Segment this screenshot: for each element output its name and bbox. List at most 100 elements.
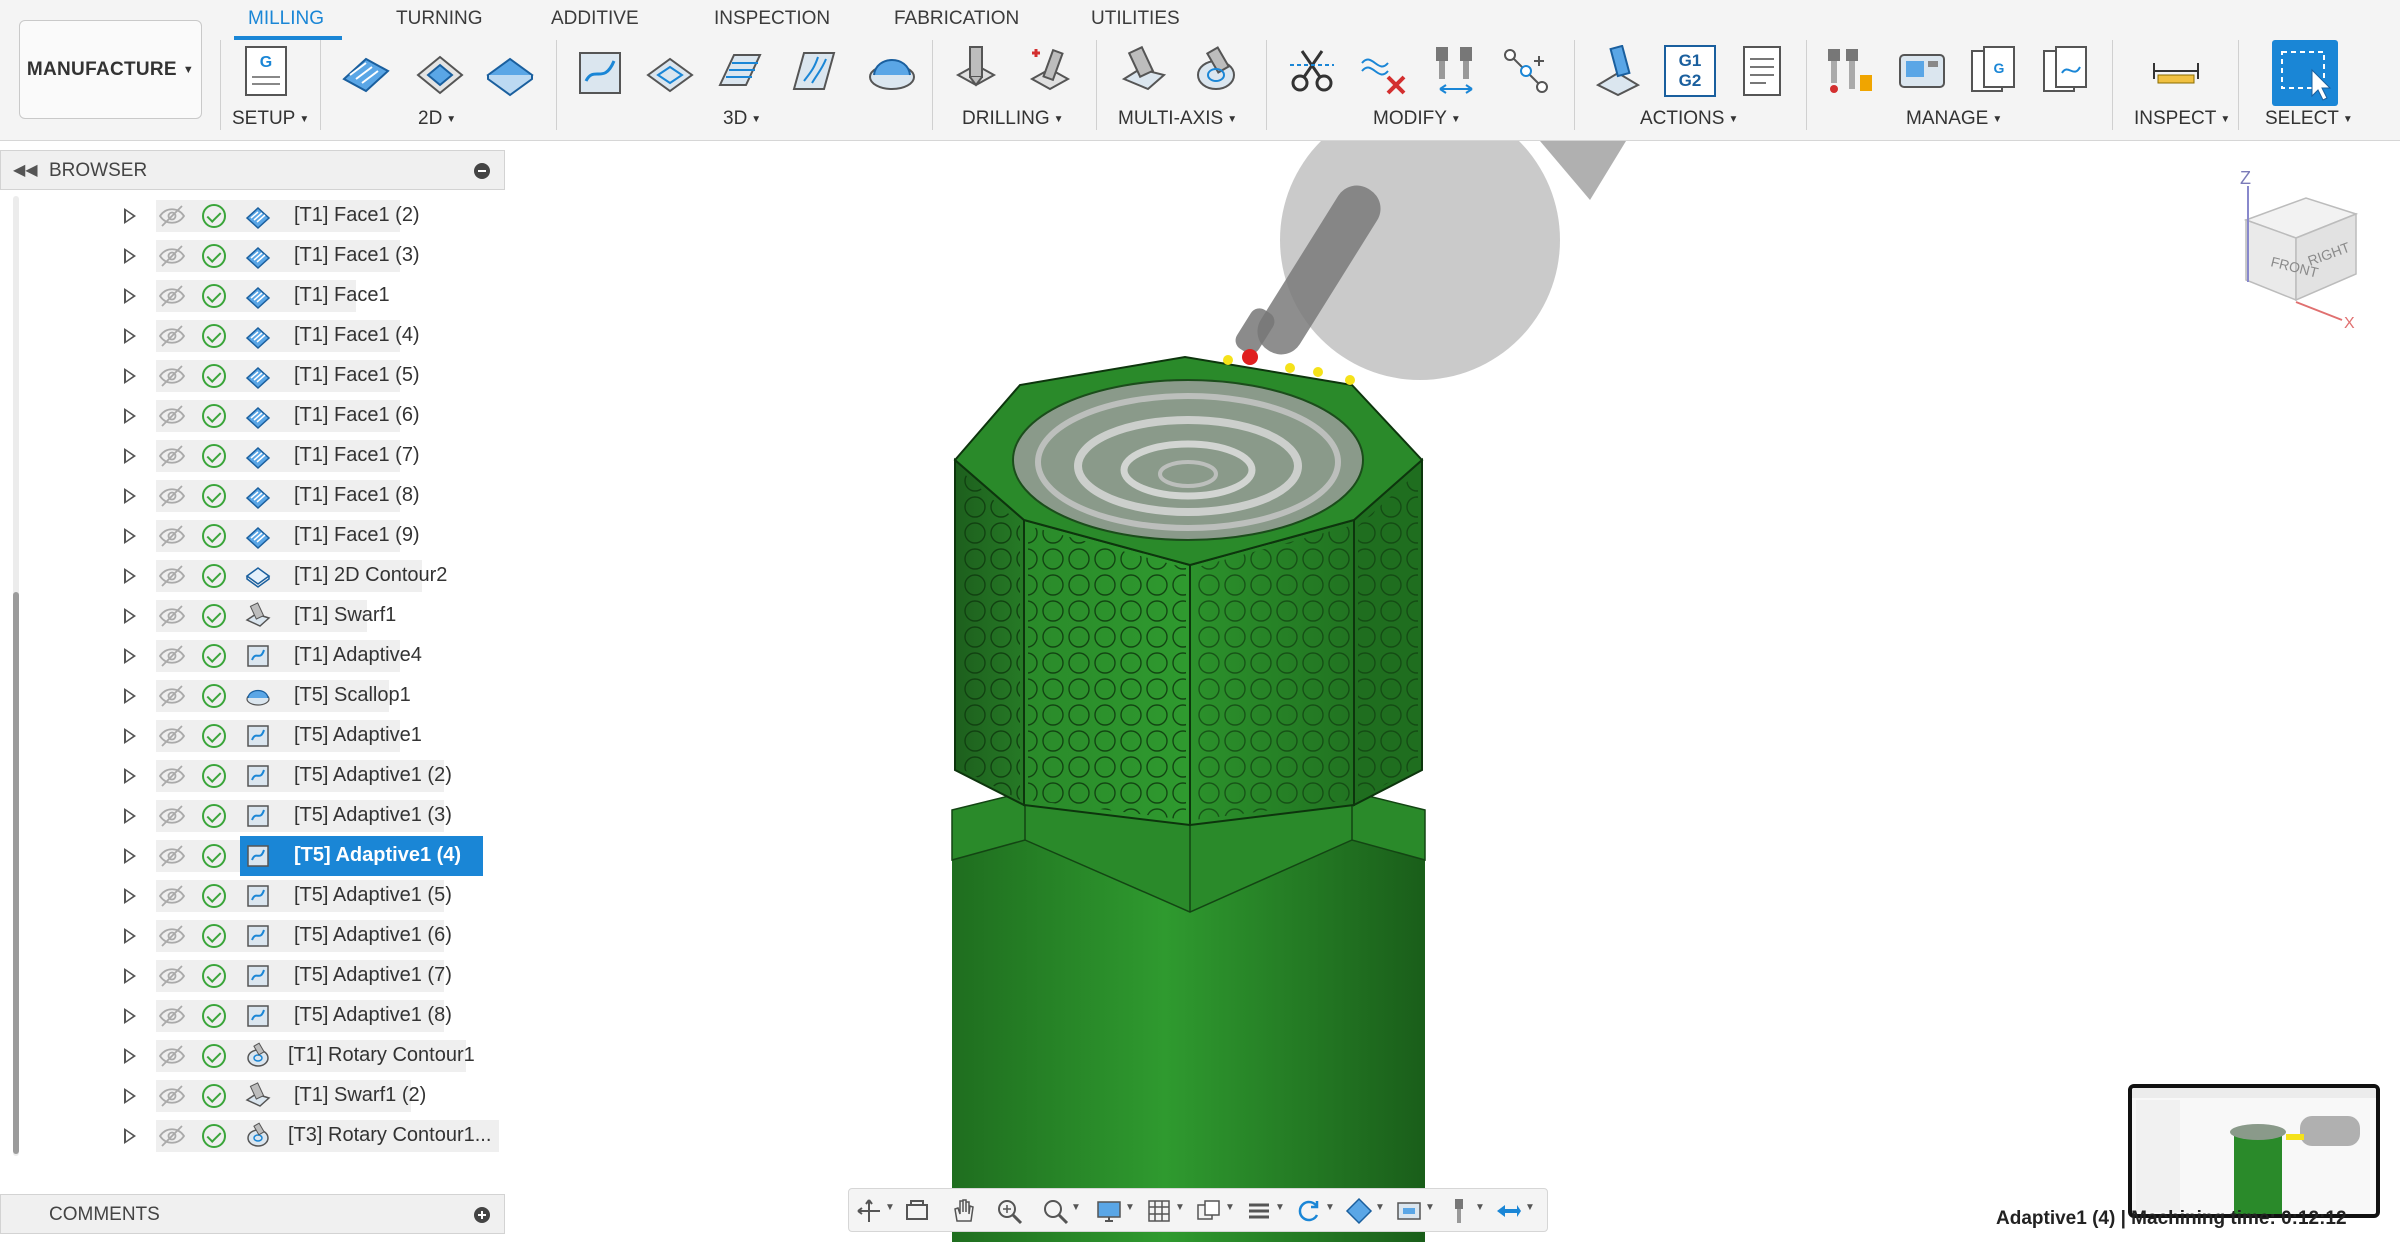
browser-item[interactable]: [T5] Adaptive1 (4) bbox=[0, 836, 505, 876]
expand-arrow-icon[interactable] bbox=[124, 248, 136, 264]
2d-pocket-icon[interactable] bbox=[414, 45, 466, 97]
browser-item[interactable]: [T1] Face1 (9) bbox=[0, 516, 505, 556]
visibility-hidden-icon[interactable] bbox=[158, 1084, 186, 1108]
post-process-icon[interactable]: G1 G2 bbox=[1664, 45, 1716, 97]
visibility-hidden-icon[interactable] bbox=[158, 644, 186, 668]
2d-adaptive-icon[interactable] bbox=[340, 45, 392, 97]
3d-adaptive-icon[interactable] bbox=[574, 45, 626, 97]
browser-item[interactable]: [T1] Face1 (5) bbox=[0, 356, 505, 396]
template-library-icon[interactable] bbox=[2040, 45, 2092, 97]
machine-library-icon[interactable] bbox=[1896, 45, 1948, 97]
visibility-hidden-icon[interactable] bbox=[158, 924, 186, 948]
chevron-down-icon[interactable]: ▼ bbox=[885, 1202, 895, 1213]
visual-style-icon[interactable] bbox=[1345, 1197, 1373, 1225]
tab-fabrication[interactable]: FABRICATION bbox=[894, 8, 1019, 30]
browser-item[interactable]: [T1] Face1 (4) bbox=[0, 316, 505, 356]
toolpath-points-icon[interactable] bbox=[1500, 45, 1552, 97]
expand-arrow-icon[interactable] bbox=[124, 768, 136, 784]
tab-turning[interactable]: TURNING bbox=[396, 8, 483, 30]
window-thumbnail[interactable] bbox=[2128, 1084, 2380, 1218]
expand-arrow-icon[interactable] bbox=[124, 568, 136, 584]
visibility-hidden-icon[interactable] bbox=[158, 844, 186, 868]
expand-arrow-icon[interactable] bbox=[124, 328, 136, 344]
expand-arrow-icon[interactable] bbox=[124, 928, 136, 944]
tool-library-icon[interactable] bbox=[1824, 45, 1876, 97]
expand-arrow-icon[interactable] bbox=[124, 728, 136, 744]
expand-comments-icon[interactable] bbox=[474, 1207, 490, 1223]
group-setup[interactable]: SETUP ▼ bbox=[232, 108, 309, 130]
tab-utilities[interactable]: UTILITIES bbox=[1091, 8, 1180, 30]
chevron-down-icon[interactable]: ▼ bbox=[1225, 1202, 1235, 1213]
tool-display-icon[interactable] bbox=[1445, 1197, 1473, 1225]
browser-item[interactable]: [T5] Adaptive1 (8) bbox=[0, 996, 505, 1036]
expand-arrow-icon[interactable] bbox=[124, 408, 136, 424]
browser-item[interactable]: [T1] Swarf1 (2) bbox=[0, 1076, 505, 1116]
environment-icon[interactable] bbox=[1395, 1197, 1423, 1225]
look-at-icon[interactable] bbox=[903, 1197, 931, 1225]
visibility-hidden-icon[interactable] bbox=[158, 564, 186, 588]
2d-face-icon[interactable] bbox=[484, 45, 536, 97]
group-3d[interactable]: 3D ▼ bbox=[723, 108, 761, 130]
display-settings-icon[interactable] bbox=[1095, 1197, 1123, 1225]
pan-hand-icon[interactable] bbox=[949, 1197, 977, 1225]
browser-item[interactable]: [T5] Adaptive1 (2) bbox=[0, 756, 505, 796]
group-drilling[interactable]: DRILLING ▼ bbox=[962, 108, 1064, 130]
workspace-switcher[interactable]: MANUFACTURE ▼ bbox=[19, 20, 202, 119]
simulate-icon[interactable] bbox=[1592, 45, 1644, 97]
chevron-down-icon[interactable]: ▼ bbox=[1425, 1202, 1435, 1213]
expand-arrow-icon[interactable] bbox=[124, 488, 136, 504]
zoom-icon[interactable] bbox=[995, 1197, 1023, 1225]
setup-sheet-icon[interactable] bbox=[1736, 45, 1788, 97]
tool-pair-icon[interactable] bbox=[1430, 45, 1482, 97]
visibility-hidden-icon[interactable] bbox=[158, 444, 186, 468]
visibility-hidden-icon[interactable] bbox=[158, 804, 186, 828]
rotate-view-icon[interactable] bbox=[1295, 1197, 1323, 1225]
browser-item[interactable]: [T3] Rotary Contour1... bbox=[0, 1116, 505, 1156]
chevron-down-icon[interactable]: ▼ bbox=[1475, 1202, 1485, 1213]
browser-item[interactable]: [T1] Face1 (6) bbox=[0, 396, 505, 436]
browser-item[interactable]: [T1] Face1 (2) bbox=[0, 196, 505, 236]
expand-arrow-icon[interactable] bbox=[124, 688, 136, 704]
setup-icon[interactable]: G bbox=[240, 45, 292, 97]
3d-parallel-icon[interactable] bbox=[714, 45, 766, 97]
scissors-icon[interactable] bbox=[1286, 45, 1338, 97]
section-analysis-icon[interactable] bbox=[1245, 1197, 1273, 1225]
drill-icon[interactable] bbox=[950, 45, 1002, 97]
group-inspect[interactable]: INSPECT ▼ bbox=[2134, 108, 2230, 130]
visibility-hidden-icon[interactable] bbox=[158, 484, 186, 508]
visibility-hidden-icon[interactable] bbox=[158, 364, 186, 388]
grid-settings-icon[interactable] bbox=[1145, 1197, 1173, 1225]
select-tool-icon[interactable] bbox=[2272, 40, 2338, 106]
collapse-panel-icon[interactable]: ◀◀ bbox=[13, 160, 38, 180]
chevron-down-icon[interactable]: ▼ bbox=[1375, 1202, 1385, 1213]
chevron-down-icon[interactable]: ▼ bbox=[1525, 1202, 1535, 1213]
expand-arrow-icon[interactable] bbox=[124, 528, 136, 544]
visibility-hidden-icon[interactable] bbox=[158, 724, 186, 748]
visibility-hidden-icon[interactable] bbox=[158, 404, 186, 428]
view-cube[interactable]: FRONT RIGHT Z X bbox=[2226, 170, 2366, 330]
visibility-hidden-icon[interactable] bbox=[158, 284, 186, 308]
browser-item[interactable]: [T1] Face1 (8) bbox=[0, 476, 505, 516]
chevron-down-icon[interactable]: ▼ bbox=[1275, 1202, 1285, 1213]
group-actions[interactable]: ACTIONS ▼ bbox=[1640, 108, 1738, 130]
expand-arrow-icon[interactable] bbox=[124, 448, 136, 464]
expand-arrow-icon[interactable] bbox=[124, 848, 136, 864]
3d-contour-icon[interactable] bbox=[788, 45, 840, 97]
expand-arrow-icon[interactable] bbox=[124, 1008, 136, 1024]
browser-item[interactable]: [T1] Swarf1 bbox=[0, 596, 505, 636]
expand-arrow-icon[interactable] bbox=[124, 648, 136, 664]
browser-item[interactable]: [T1] Face1 bbox=[0, 276, 505, 316]
chevron-down-icon[interactable]: ▼ bbox=[1125, 1202, 1135, 1213]
chevron-down-icon[interactable]: ▼ bbox=[1325, 1202, 1335, 1213]
orbit-move-icon[interactable] bbox=[855, 1197, 883, 1225]
expand-arrow-icon[interactable] bbox=[124, 1088, 136, 1104]
browser-item[interactable]: [T1] Adaptive4 bbox=[0, 636, 505, 676]
chevron-down-icon[interactable]: ▼ bbox=[1071, 1202, 1081, 1213]
tab-inspection[interactable]: INSPECTION bbox=[714, 8, 830, 30]
browser-item[interactable]: [T1] Face1 (7) bbox=[0, 436, 505, 476]
visibility-hidden-icon[interactable] bbox=[158, 524, 186, 548]
tab-milling[interactable]: MILLING bbox=[248, 8, 324, 30]
delete-toolpath-icon[interactable] bbox=[1358, 45, 1410, 97]
visibility-hidden-icon[interactable] bbox=[158, 604, 186, 628]
browser-item[interactable]: [T5] Adaptive1 (7) bbox=[0, 956, 505, 996]
